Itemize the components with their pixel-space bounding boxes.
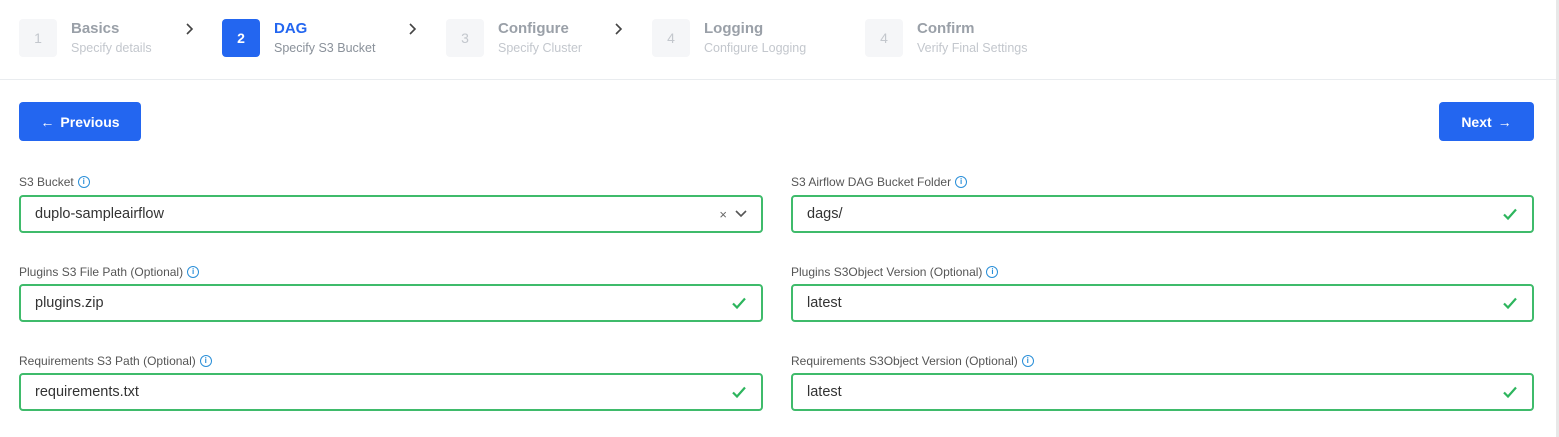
clear-icon[interactable]: × — [719, 207, 727, 222]
requirements-version-input[interactable]: latest — [791, 373, 1534, 411]
step-subtitle: Specify S3 Bucket — [274, 41, 376, 55]
next-button[interactable]: Next → — [1439, 102, 1534, 141]
step-basics[interactable]: 1 Basics Specify details — [19, 18, 152, 58]
info-icon[interactable]: i — [1021, 355, 1034, 367]
check-icon — [1503, 208, 1517, 221]
step-number: 4 — [652, 19, 690, 57]
plugins-path-input[interactable]: plugins.zip — [19, 284, 763, 322]
requirements-path-input[interactable]: requirements.txt — [19, 373, 763, 411]
step-subtitle: Verify Final Settings — [917, 41, 1028, 55]
plugins-path-value: plugins.zip — [35, 295, 104, 311]
plugins-path-label: Plugins S3 File Path (Optional) i — [19, 265, 200, 279]
chevron-right-icon — [406, 22, 420, 36]
step-subtitle: Configure Logging — [704, 41, 807, 55]
previous-button[interactable]: ← Previous — [19, 102, 141, 141]
step-title: Confirm — [917, 20, 975, 37]
requirements-path-label: Requirements S3 Path (Optional) i — [19, 354, 212, 368]
step-dag[interactable]: 2 DAG Specify S3 Bucket — [222, 18, 375, 58]
check-icon — [732, 297, 746, 310]
check-icon — [732, 386, 746, 399]
info-icon[interactable]: i — [986, 266, 999, 278]
dag-folder-value: dags/ — [807, 206, 843, 222]
plugins-version-input[interactable]: latest — [791, 284, 1534, 322]
step-confirm[interactable]: 4 Confirm Verify Final Settings — [865, 18, 1027, 58]
step-number: 2 — [222, 19, 260, 57]
arrow-right-icon: → — [1497, 113, 1512, 130]
step-logging[interactable]: 4 Logging Configure Logging — [652, 18, 806, 58]
wizard-stepper: 1 Basics Specify details 2 DAG Specify S… — [0, 0, 1559, 80]
plugins-version-value: latest — [807, 295, 842, 311]
s3-bucket-select[interactable]: duplo-sampleairflow × — [19, 195, 763, 233]
step-configure[interactable]: 3 Configure Specify Cluster — [446, 18, 582, 58]
next-label: Next — [1461, 113, 1492, 130]
s3-bucket-value: duplo-sampleairflow — [35, 206, 164, 222]
step-title: Logging — [704, 20, 764, 37]
step-number: 3 — [446, 19, 484, 57]
chevron-down-icon[interactable] — [735, 210, 747, 218]
step-title: DAG — [274, 20, 308, 37]
step-number: 1 — [19, 19, 57, 57]
check-icon — [1503, 386, 1517, 399]
requirements-version-label: Requirements S3Object Version (Optional)… — [791, 354, 1034, 368]
step-title: Basics — [71, 20, 120, 37]
info-icon[interactable]: i — [187, 266, 200, 278]
step-title: Configure — [498, 20, 569, 37]
info-icon[interactable]: i — [199, 355, 212, 367]
check-icon — [1503, 297, 1517, 310]
chevron-right-icon — [612, 22, 626, 36]
arrow-left-icon: ← — [40, 113, 55, 130]
s3-bucket-label: S3 Bucket i — [19, 175, 90, 189]
info-icon[interactable]: i — [77, 176, 90, 188]
plugins-version-label: Plugins S3Object Version (Optional) i — [791, 265, 999, 279]
previous-label: Previous — [60, 113, 120, 130]
step-number: 4 — [865, 19, 903, 57]
chevron-right-icon — [183, 22, 197, 36]
step-subtitle: Specify details — [71, 41, 152, 55]
requirements-path-value: requirements.txt — [35, 384, 139, 400]
dag-folder-input[interactable]: dags/ — [791, 195, 1534, 233]
dag-folder-label: S3 Airflow DAG Bucket Folder i — [791, 175, 968, 189]
step-subtitle: Specify Cluster — [498, 41, 583, 55]
requirements-version-value: latest — [807, 384, 842, 400]
info-icon[interactable]: i — [955, 176, 968, 188]
